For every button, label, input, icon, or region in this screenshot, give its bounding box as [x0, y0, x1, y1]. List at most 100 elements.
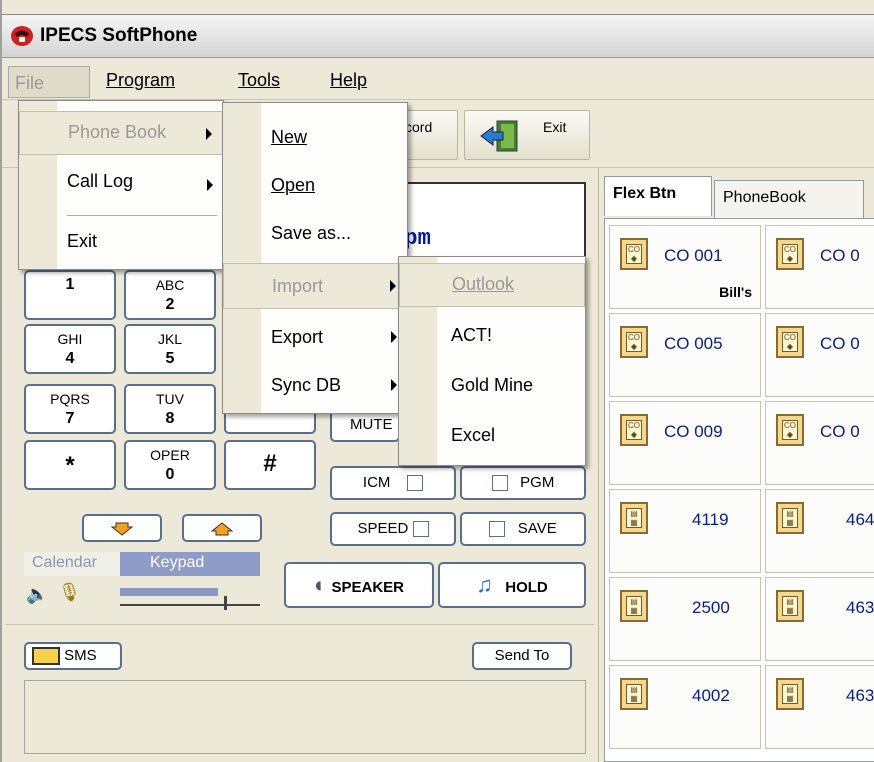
flex-button-label: 463 [846, 598, 874, 617]
menu-tools[interactable]: Tools [238, 70, 280, 91]
key-hash-digit: # [263, 450, 277, 477]
flex-button-co-006[interactable]: CO ◆ CO 0 [765, 313, 874, 397]
speed-checkbox[interactable] [412, 521, 429, 538]
export-label: Export [271, 327, 324, 347]
flex-button-co-010[interactable]: CO ◆ CO 0 [765, 401, 874, 485]
key-2-letters: ABC [155, 277, 185, 293]
keypad-tab[interactable]: Keypad [120, 552, 260, 576]
menu-item-save-as[interactable]: Save as... [223, 211, 407, 259]
flex-button-co-001[interactable]: CO ◆ CO 001 Bill's [609, 225, 761, 309]
outlook-label: Outlook [452, 274, 515, 294]
calendar-tab[interactable]: Calendar [24, 552, 120, 576]
extension-phone-icon: ▤ ▦ [776, 678, 804, 710]
import-submenu: Outlook ACT! Gold Mine Excel [398, 256, 586, 466]
title-bar: IPECS SoftPhone [2, 14, 874, 58]
down-arrow-button[interactable] [82, 514, 162, 542]
flex-button-co-009[interactable]: CO ◆ CO 009 [609, 401, 761, 485]
speed-button[interactable]: SPEED [330, 512, 456, 546]
flex-button-co-005[interactable]: CO ◆ CO 005 [609, 313, 761, 397]
key-1[interactable]: 1 [24, 270, 116, 320]
submenu-arrow-icon [391, 379, 397, 391]
menu-file[interactable]: File [8, 66, 90, 98]
co-line-icon: CO ◆ [620, 414, 648, 446]
key-star-digit: * [65, 452, 75, 479]
flex-button-label: CO 001 [664, 246, 723, 265]
flex-button-label: 4119 [692, 510, 729, 529]
key-0-digit: 0 [165, 466, 175, 483]
key-8[interactable]: TUV 8 [124, 384, 216, 434]
keypad-tab-label: Keypad [150, 554, 205, 571]
co-line-icon: CO ◆ [776, 326, 804, 358]
hold-label: HOLD [505, 579, 548, 596]
speed-label: SPEED [357, 520, 409, 537]
key-4[interactable]: GHI 4 [24, 324, 116, 374]
menu-item-export[interactable]: Export [223, 315, 407, 363]
speaker-label: SPEAKER [331, 579, 404, 596]
tab-phonebook[interactable]: PhoneBook [714, 180, 864, 220]
exit-button[interactable]: Exit [464, 110, 590, 160]
save-checkbox[interactable] [489, 521, 506, 538]
menu-item-excel[interactable]: Excel [399, 413, 585, 461]
menu-item-call-log[interactable]: Call Log [19, 163, 223, 211]
menu-item-exit[interactable]: Exit [19, 223, 223, 271]
key-7[interactable]: PQRS 7 [24, 384, 116, 434]
menu-help[interactable]: Help [330, 70, 367, 91]
key-5[interactable]: JKL 5 [124, 324, 216, 374]
menu-item-new[interactable]: New [223, 115, 407, 163]
flex-button-2500[interactable]: ▤ ▦ 2500 [609, 577, 761, 661]
file-menu: Phone Book Call Log Exit [18, 100, 224, 270]
import-label: Import [272, 276, 324, 296]
submenu-arrow-icon [207, 179, 213, 191]
hold-button[interactable]: ♫ HOLD [438, 562, 586, 608]
exit-menu-label: Exit [67, 231, 98, 251]
save-button[interactable]: SAVE [460, 512, 586, 546]
submenu-arrow-icon [390, 280, 396, 292]
flex-button-4002[interactable]: ▤ ▦ 4002 [609, 665, 761, 749]
menu-item-open[interactable]: Open [223, 163, 407, 211]
menu-help-label: Help [330, 70, 368, 90]
extension-phone-icon: ▤ ▦ [620, 502, 648, 534]
speaker-button[interactable]: ◐ SPEAKER [284, 562, 434, 608]
co-line-icon: CO ◆ [620, 238, 648, 270]
flex-button-label: CO 009 [664, 422, 723, 441]
menu-item-outlook[interactable]: Outlook [399, 263, 585, 307]
phonebook-submenu: New Open Save as... Import Export Sync D… [222, 102, 408, 414]
flex-button-464[interactable]: ▤ ▦ 464 [765, 489, 874, 573]
send-to-label: Send To [494, 647, 550, 664]
mic-volume-handle[interactable] [224, 596, 227, 610]
menu-item-phone-book[interactable]: Phone Book [19, 111, 223, 155]
icm-checkbox[interactable] [407, 475, 424, 492]
volume-speaker-icon: 🔈 [26, 584, 49, 604]
flex-button-label: CO 005 [664, 334, 723, 353]
key-5-letters: JKL [157, 331, 183, 347]
key-1-letters [26, 272, 114, 275]
menu-program-label: Program [106, 70, 176, 90]
key-4-digit: 4 [65, 350, 75, 367]
flex-button-463a[interactable]: ▤ ▦ 463 [765, 577, 874, 661]
menu-item-sync-db[interactable]: Sync DB [223, 363, 407, 411]
co-line-icon: CO ◆ [776, 414, 804, 446]
key-0[interactable]: OPER 0 [124, 440, 216, 490]
sync-db-label: Sync DB [271, 375, 342, 395]
up-arrow-button[interactable] [182, 514, 262, 542]
flex-button-4119[interactable]: ▤ ▦ 4119 [609, 489, 761, 573]
flex-button-co-002[interactable]: CO ◆ CO 0 [765, 225, 874, 309]
pgm-checkbox[interactable] [491, 475, 508, 492]
mic-volume-slider[interactable] [120, 604, 260, 606]
menu-item-act[interactable]: ACT! [399, 313, 585, 361]
key-star[interactable]: * [24, 440, 116, 490]
menu-item-gold-mine[interactable]: Gold Mine [399, 363, 585, 411]
pgm-button[interactable]: PGM [460, 466, 586, 500]
flex-button-463b[interactable]: ▤ ▦ 463 [765, 665, 874, 749]
sms-message-field[interactable] [24, 680, 586, 754]
key-hash[interactable]: # [224, 440, 316, 490]
menu-item-import[interactable]: Import [223, 263, 407, 309]
envelope-icon [32, 647, 60, 666]
menu-program[interactable]: Program [106, 70, 175, 91]
key-2-digit: 2 [165, 296, 175, 313]
send-to-button[interactable]: Send To [472, 642, 572, 670]
sms-button[interactable]: SMS [24, 642, 122, 670]
tab-flex-btn[interactable]: Flex Btn [604, 176, 712, 216]
key-2[interactable]: ABC 2 [124, 270, 216, 320]
icm-button[interactable]: ICM [330, 466, 456, 500]
